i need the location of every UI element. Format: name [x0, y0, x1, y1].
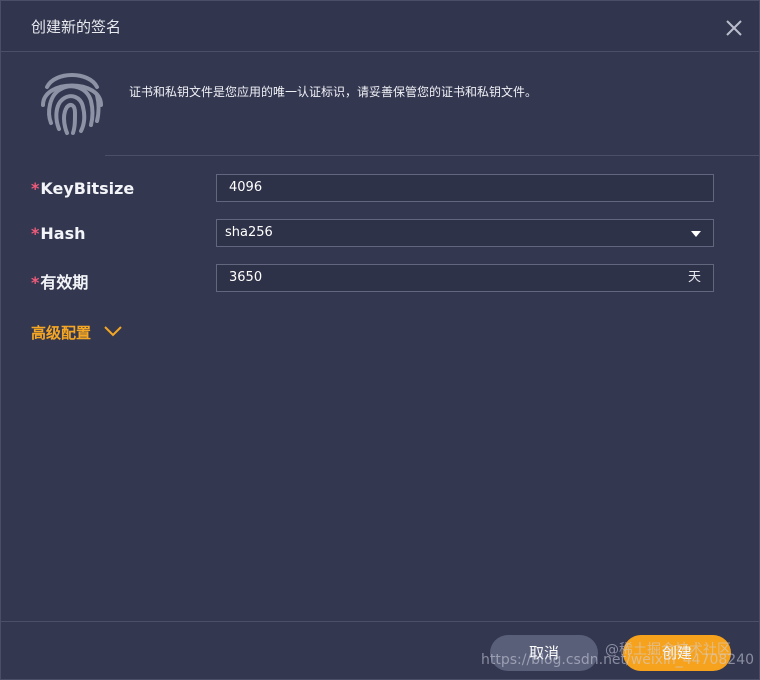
close-icon[interactable] [725, 19, 743, 37]
dialog-title: 创建新的签名 [31, 18, 122, 36]
keybitsize-label-text: KeyBitsize [40, 179, 135, 198]
required-mark: * [31, 273, 40, 292]
keybitsize-label: *KeyBitsize [31, 179, 134, 198]
dialog-titlebar: 创建新的签名 [1, 1, 759, 52]
required-mark: * [31, 179, 40, 198]
hash-label: *Hash [31, 224, 85, 243]
validity-label-text: 有效期 [40, 273, 89, 292]
fingerprint-icon [41, 73, 103, 135]
keybitsize-input[interactable]: 4096 [216, 174, 714, 202]
validity-input[interactable]: 3650 天 [216, 264, 714, 292]
validity-label: *有效期 [31, 269, 88, 293]
hash-select[interactable]: sha256 [216, 219, 714, 247]
intro-text: 证书和私钥文件是您应用的唯一认证标识，请妥善保管您的证书和私钥文件。 [129, 85, 538, 99]
hash-value: sha256 [225, 225, 273, 240]
validity-value: 3650 [229, 270, 263, 285]
required-mark: * [31, 224, 40, 243]
advanced-config-toggle[interactable]: 高级配置 [31, 322, 91, 343]
intro-section: 证书和私钥文件是您应用的唯一认证标识，请妥善保管您的证书和私钥文件。 [1, 52, 759, 156]
chevron-down-icon[interactable] [103, 324, 123, 338]
cancel-button[interactable]: 取消 [490, 635, 598, 671]
hash-label-text: Hash [40, 224, 86, 243]
caret-down-icon [691, 231, 701, 237]
validity-suffix: 天 [687, 270, 701, 285]
footer-divider [1, 621, 759, 622]
create-button[interactable]: 创建 [623, 635, 731, 671]
create-signature-dialog: 创建新的签名 证书和私钥文件是您应用的唯一认证标识，请妥善保管您的证书和私钥文件… [0, 0, 760, 680]
keybitsize-value: 4096 [229, 180, 263, 195]
intro-divider [105, 155, 759, 156]
